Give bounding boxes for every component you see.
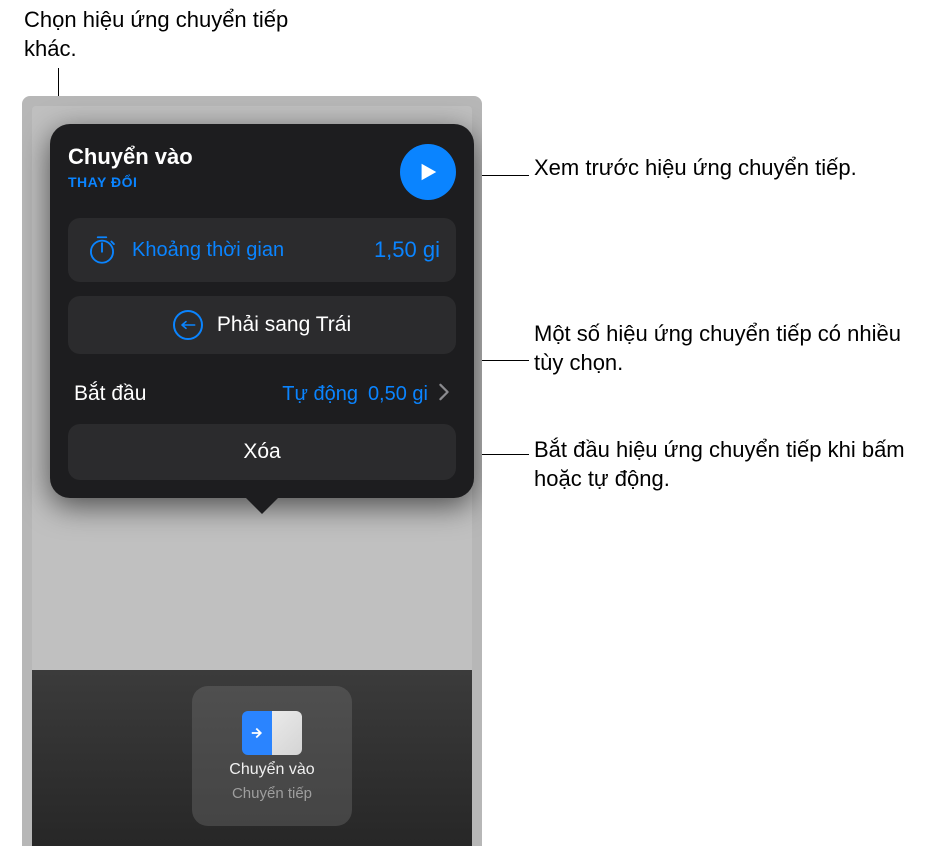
start-label: Bắt đầu — [74, 382, 146, 406]
duration-left: Khoảng thời gian — [84, 232, 284, 268]
device-frame: Chuyển vào Chuyển tiếp Chuyển vào THAY Đ… — [22, 96, 482, 846]
popover-title-block: Chuyển vào THAY ĐỔI — [68, 144, 193, 190]
start-row[interactable]: Bắt đầu Tự động 0,50 gi — [68, 368, 456, 424]
figure-stage: Chọn hiệu ứng chuyển tiếp khác. Xem trướ… — [0, 0, 926, 846]
timer-icon — [84, 232, 120, 268]
preview-play-button[interactable] — [400, 144, 456, 200]
transition-icon — [242, 711, 302, 755]
duration-row[interactable]: Khoảng thời gian 1,50 gi — [68, 218, 456, 282]
duration-label: Khoảng thời gian — [132, 239, 284, 262]
timeline-bar: Chuyển vào Chuyển tiếp — [32, 670, 472, 846]
transition-thumbnail[interactable]: Chuyển vào Chuyển tiếp — [192, 686, 352, 826]
direction-label: Phải sang Trái — [217, 313, 351, 337]
thumbnail-label: Chuyển vào — [229, 761, 314, 779]
popover-title: Chuyển vào — [68, 144, 193, 170]
callout-preview: Xem trước hiệu ứng chuyển tiếp. — [534, 154, 894, 183]
callout-text: Chọn hiệu ứng chuyển tiếp khác. — [24, 7, 288, 61]
start-mode: Tự động — [282, 383, 358, 406]
arrow-left-circle-icon — [173, 310, 203, 340]
callout-change-transition: Chọn hiệu ứng chuyển tiếp khác. — [24, 6, 344, 63]
play-icon — [417, 159, 439, 185]
change-transition-button[interactable]: THAY ĐỔI — [68, 174, 193, 190]
callout-text: Một số hiệu ứng chuyển tiếp có nhiều tùy… — [534, 321, 901, 375]
direction-row[interactable]: Phải sang Trái — [68, 296, 456, 354]
thumbnail-sublabel: Chuyển tiếp — [232, 785, 312, 802]
callout-start: Bắt đầu hiệu ứng chuyển tiếp khi bấm hoặ… — [534, 436, 914, 493]
delete-button[interactable]: Xóa — [68, 424, 456, 480]
popover-header: Chuyển vào THAY ĐỔI — [68, 144, 456, 200]
start-delay: 0,50 gi — [368, 383, 428, 406]
chevron-right-icon — [438, 383, 450, 406]
device-screen: Chuyển vào Chuyển tiếp Chuyển vào THAY Đ… — [32, 106, 472, 846]
start-value-group: Tự động 0,50 gi — [282, 383, 450, 406]
callout-text: Bắt đầu hiệu ứng chuyển tiếp khi bấm hoặ… — [534, 437, 905, 491]
callout-options: Một số hiệu ứng chuyển tiếp có nhiều tùy… — [534, 320, 914, 377]
transition-popover: Chuyển vào THAY ĐỔI — [50, 124, 474, 498]
delete-label: Xóa — [243, 440, 280, 463]
callout-text: Xem trước hiệu ứng chuyển tiếp. — [534, 155, 857, 180]
duration-value: 1,50 gi — [374, 237, 440, 263]
